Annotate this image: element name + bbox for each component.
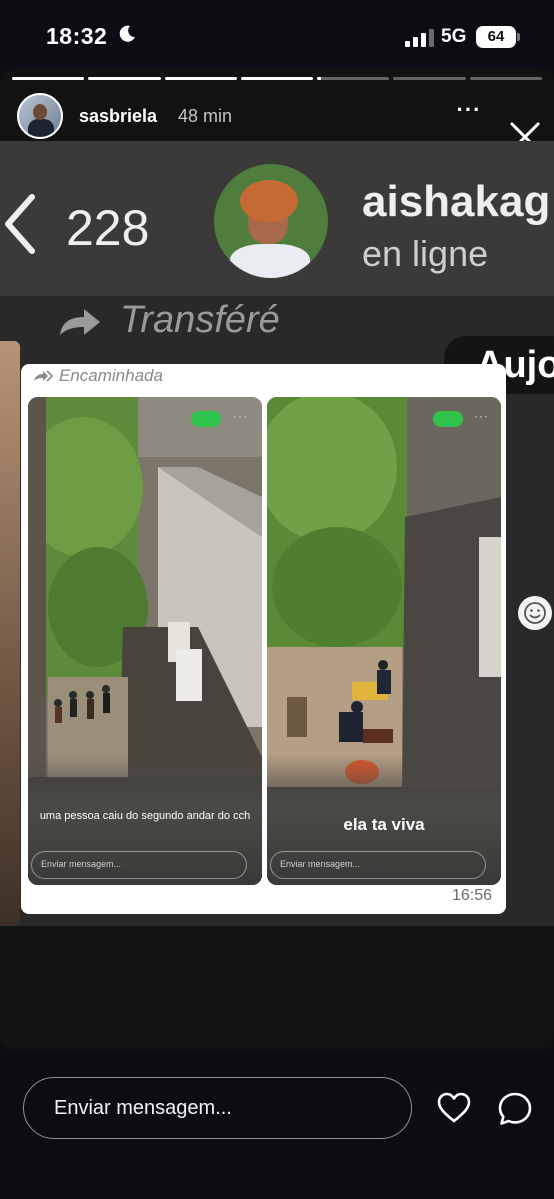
phone-screenshot-2: ··· ela ta viva Enviar mensagem...	[267, 397, 501, 885]
close-friends-badge	[433, 411, 463, 427]
battery-indicator: 64	[476, 26, 520, 48]
story-progress-segment	[393, 77, 466, 80]
more-dots-icon: ···	[474, 409, 489, 423]
story-progress-bar	[12, 77, 542, 80]
chat-header: 228 aishakag en ligne	[0, 141, 554, 296]
story-progress-segment	[317, 77, 390, 80]
story-caption: uma pessoa caiu do segundo andar do cch	[39, 810, 251, 822]
unread-count: 228	[66, 200, 150, 256]
story-header: sasbriela 48 min ···	[0, 90, 554, 152]
heart-icon[interactable]	[436, 1090, 472, 1126]
mini-reply-field: Enviar mensagem...	[31, 851, 247, 879]
send-message-placeholder: Enviar mensagem...	[54, 1097, 232, 1119]
chat-body: Transféré Aujo Encaminhada ··· uma pesso…	[0, 296, 554, 926]
story-frame[interactable]: sasbriela 48 min ··· 228 aishakag en lig…	[0, 68, 554, 1051]
inner-forwarded-label: Encaminhada	[59, 366, 163, 385]
previous-message-edge	[0, 341, 20, 926]
story-viewer-screen: 18:32 5G 64 sasbriela 48 min ··· 228 ais…	[0, 0, 554, 1199]
mini-reply-placeholder: Enviar mensagem...	[280, 859, 361, 869]
user-avatar[interactable]	[17, 93, 63, 139]
contact-avatar	[214, 164, 328, 278]
mini-reply-field: Enviar mensagem...	[270, 851, 486, 879]
status-bar: 18:32 5G 64	[0, 0, 554, 70]
story-progress-segment	[88, 77, 161, 80]
emoji-reaction-icon	[518, 596, 552, 630]
contact-name: aishakag	[362, 177, 551, 226]
message-timestamp: 16:56	[451, 887, 492, 904]
mini-reply-placeholder: Enviar mensagem...	[41, 859, 122, 869]
send-message-input[interactable]: Enviar mensagem...	[23, 1077, 412, 1139]
contact-status: en ligne	[362, 233, 489, 274]
more-dots-icon: ···	[233, 409, 248, 423]
story-caption: ela ta viva	[343, 815, 425, 834]
cellular-signal-icon	[405, 29, 434, 47]
message-bubble: Encaminhada ··· uma pessoa caiu do segun…	[21, 364, 506, 914]
back-chevron-icon	[5, 194, 35, 254]
status-time: 18:32	[46, 23, 108, 49]
story-username[interactable]: sasbriela	[79, 106, 157, 127]
network-type: 5G	[441, 26, 467, 47]
close-friends-badge	[191, 411, 221, 427]
do-not-disturb-moon-icon	[119, 25, 135, 42]
more-horizontal-icon[interactable]: ···	[452, 99, 486, 126]
story-time-ago: 48 min	[178, 106, 233, 126]
story-progress-segment	[164, 77, 237, 80]
forward-arrow-icon	[60, 309, 100, 335]
story-progress-segment	[469, 77, 542, 80]
chat-screenshot-image: 228 aishakag en ligne Transféré Aujo Enc…	[0, 141, 554, 926]
phone-screenshot-1: ··· uma pessoa caiu do segundo andar do …	[28, 397, 262, 885]
story-progress-segment	[240, 77, 314, 80]
double-forward-icon	[34, 370, 53, 382]
share-icon[interactable]	[496, 1090, 534, 1128]
story-progress-segment	[12, 77, 85, 80]
forwarded-label: Transféré	[120, 299, 280, 341]
